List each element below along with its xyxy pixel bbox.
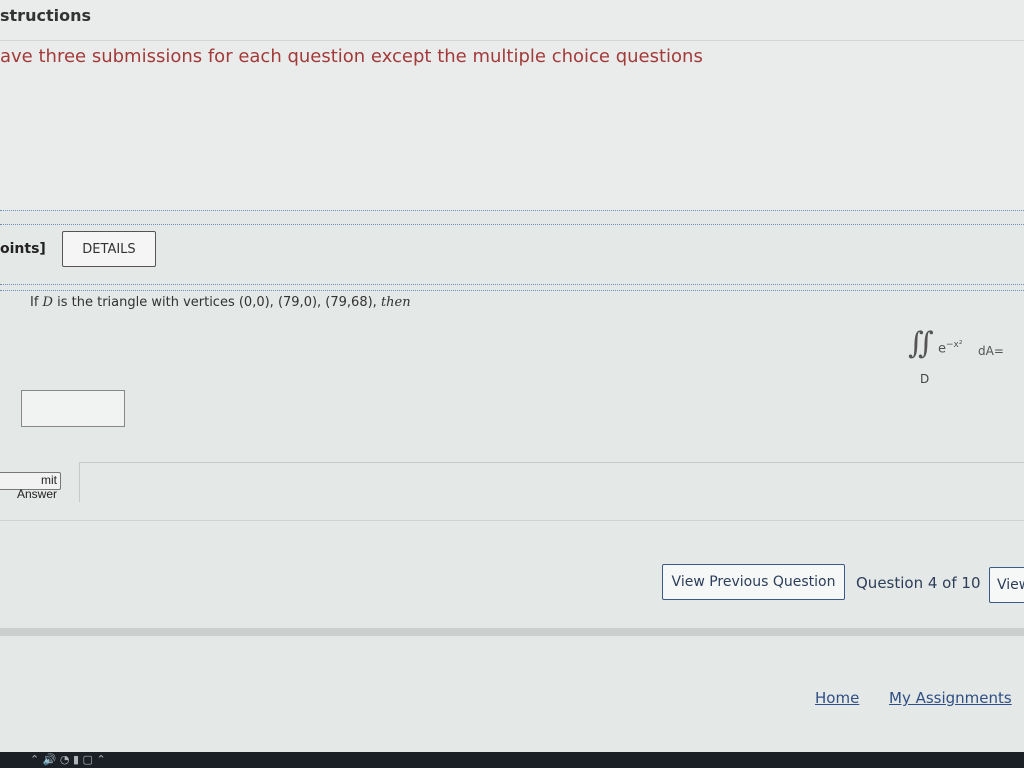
question-divider xyxy=(0,284,1024,285)
submit-area-border-left xyxy=(79,462,80,502)
integrand: e−x² xyxy=(938,340,962,356)
view-previous-question-button[interactable]: View Previous Question xyxy=(662,564,845,600)
question-counter: Question 4 of 10 xyxy=(856,574,981,592)
submit-divider xyxy=(0,520,1024,521)
integral-region: D xyxy=(920,372,930,386)
section-divider-top xyxy=(0,210,1024,211)
points-label: oints] xyxy=(0,241,46,257)
instructions-text: ave three submissions for each question … xyxy=(0,46,703,67)
question-text-prefix: If xyxy=(30,295,43,310)
answer-input[interactable] xyxy=(21,390,125,427)
question-variable: D xyxy=(42,295,53,310)
question-text-body: is the triangle with vertices (0,0), (79… xyxy=(52,295,381,310)
details-button[interactable]: DETAILS xyxy=(62,231,156,267)
integrand-exponent: −x² xyxy=(946,340,963,350)
instructions-divider xyxy=(0,40,1024,41)
submit-answer-button[interactable]: mit Answer xyxy=(0,472,61,501)
integrand-base: e xyxy=(938,341,946,357)
integral-differential: dA= xyxy=(978,344,1004,358)
integral-sign: ∬ xyxy=(908,326,934,361)
submit-area-border xyxy=(79,462,1024,463)
question-divider-2 xyxy=(0,290,1024,291)
instructions-panel xyxy=(0,0,1024,210)
taskbar-tray-icons[interactable]: ⌃ 🔊 ◔ ▮ ▢ ⌃ xyxy=(30,753,106,766)
question-text: If D is the triangle with vertices (0,0)… xyxy=(30,295,411,310)
instructions-title: structions xyxy=(0,6,91,25)
double-integral: ∬ e−x² dA= D xyxy=(908,326,1018,390)
view-next-question-button[interactable]: View Next Question xyxy=(989,567,1024,603)
home-link[interactable]: Home xyxy=(815,689,859,707)
os-taskbar xyxy=(0,752,1024,768)
question-text-then: then xyxy=(380,295,411,310)
my-assignments-link[interactable]: My Assignments xyxy=(889,689,1012,707)
page-divider xyxy=(0,628,1024,636)
section-divider-top-2 xyxy=(0,224,1024,225)
